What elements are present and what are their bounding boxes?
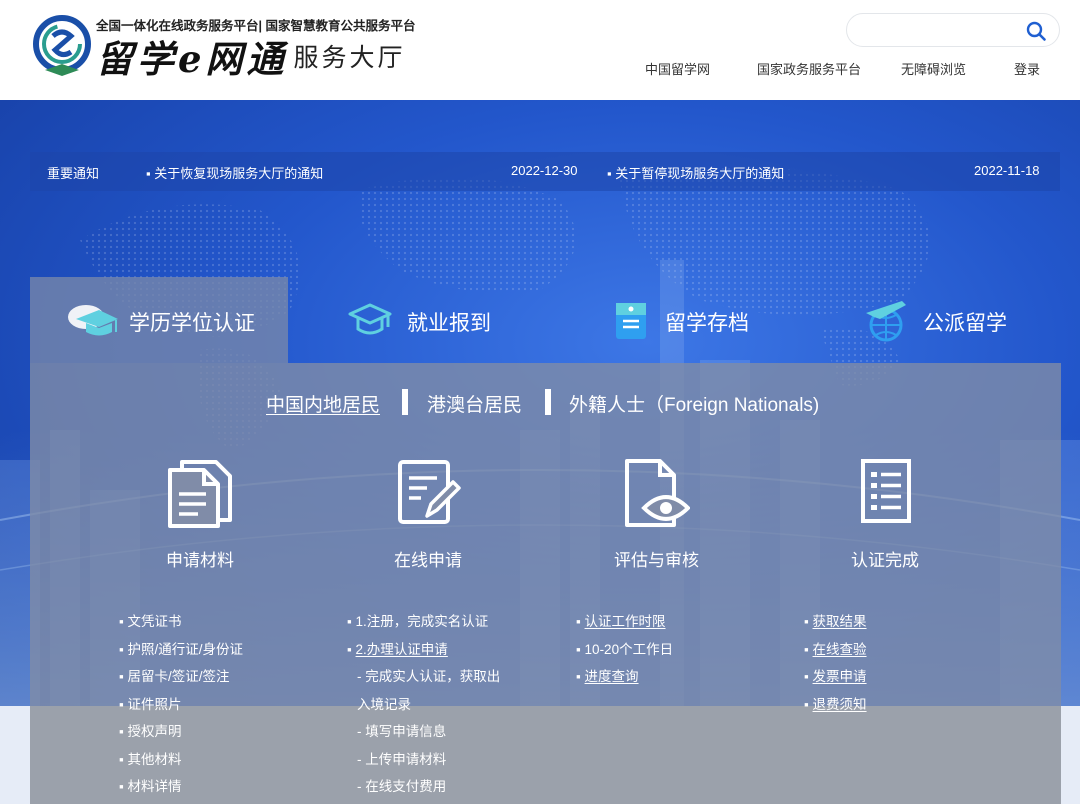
logo-hall-text: 服务大厅	[293, 44, 406, 72]
header: 全国一体化在线政务服务平台| 国家智慧教育公共服务平台 留学e网通 服务大厅 中…	[0, 0, 1080, 100]
apply-substep: - 完成实人认证，获取出	[357, 669, 501, 684]
progress-query-link[interactable]: ▪ 进度查询	[576, 665, 639, 685]
get-result-link[interactable]: ▪ 获取结果	[804, 610, 867, 630]
tab-study-abroad-archive[interactable]: 留学存档	[546, 277, 804, 363]
nav-login[interactable]: 登录	[1014, 59, 1040, 77]
resident-mainland[interactable]: 中国内地居民	[266, 390, 380, 417]
tab-label: 留学存档	[665, 312, 749, 335]
material-item[interactable]: ▪ 授权声明	[119, 720, 182, 740]
archive-folder-icon	[616, 303, 646, 339]
refund-notice-link[interactable]: ▪ 退费须知	[804, 693, 867, 713]
resident-separator	[402, 389, 408, 415]
apply-substep: - 填写申请信息	[357, 724, 447, 739]
checklist-icon	[861, 459, 911, 523]
online-verify-link[interactable]: ▪ 在线查验	[804, 638, 867, 658]
invoice-request-link[interactable]: ▪ 发票申请	[804, 665, 867, 685]
documents-icon	[168, 460, 232, 528]
material-item[interactable]: ▪ 居留卡/签证/签注	[119, 665, 230, 685]
nav-gov-service[interactable]: 国家政务服务平台	[757, 59, 861, 77]
nav-cscse[interactable]: 中国留学网	[645, 59, 710, 77]
material-item[interactable]: ▪ 证件照片	[119, 693, 182, 713]
tab-label: 公派留学	[923, 312, 1007, 335]
step-label-complete: 认证完成	[851, 551, 919, 570]
tab-label: 就业报到	[407, 312, 491, 335]
material-item[interactable]: ▪ 护照/通行证/身份证	[119, 638, 243, 658]
work-time-limit-link[interactable]: ▪ 认证工作时限	[576, 610, 666, 630]
resident-foreign-nationals[interactable]: 外籍人士（Foreign Nationals)	[569, 390, 819, 417]
apply-certification-link[interactable]: ▪ 2.办理认证申请	[347, 638, 448, 658]
work-days-text: ▪ 10-20个工作日	[576, 642, 674, 657]
step-label-online-apply: 在线申请	[394, 551, 462, 570]
notice-item[interactable]: ▪ 关于恢复现场服务大厅的通知	[146, 163, 323, 182]
logo-brush-text: 留学e网通	[96, 37, 288, 81]
airplane-globe-icon	[866, 301, 906, 342]
search-input[interactable]	[861, 20, 1021, 42]
tab-employment-registration[interactable]: 就业报到	[288, 277, 546, 363]
notice-date: 2022-11-18	[974, 163, 1040, 178]
search-box	[846, 13, 1060, 47]
step-label-materials: 申请材料	[166, 551, 234, 570]
logo-title[interactable]: 留学e网通 服务大厅	[96, 34, 406, 81]
tab-degree-certification[interactable]: 学历学位认证	[30, 277, 288, 363]
notice-date: 2022-12-30	[511, 163, 578, 178]
graduation-cap-icon	[68, 305, 118, 336]
notice-item[interactable]: ▪ 关于暂停现场服务大厅的通知	[607, 163, 784, 182]
edit-form-icon	[398, 460, 461, 524]
material-item[interactable]: ▪ 其他材料	[119, 748, 182, 768]
material-item[interactable]: ▪ 文凭证书	[119, 610, 182, 630]
apply-substep: 入境记录	[357, 697, 411, 712]
apply-substep: - 上传申请材料	[357, 752, 447, 767]
logo-emblem-icon	[33, 15, 91, 76]
mortarboard-outline-icon	[348, 303, 392, 335]
resident-hk-macao-taiwan[interactable]: 港澳台居民	[427, 390, 522, 417]
step-label-review: 评估与审核	[614, 551, 699, 570]
apply-substep: - 在线支付费用	[357, 779, 447, 794]
search-icon[interactable]	[1025, 20, 1047, 42]
tab-government-sponsored[interactable]: 公派留学	[804, 277, 1061, 363]
content-panel-lower	[30, 706, 1061, 804]
document-eye-icon	[625, 459, 690, 527]
apply-step: ▪ 1.注册，完成实名认证	[347, 614, 489, 629]
notice-bar: 重要通知 ▪ 关于恢复现场服务大厅的通知 2022-12-30 ▪ 关于暂停现场…	[30, 152, 1060, 191]
tab-label: 学历学位认证	[129, 312, 255, 335]
resident-separator	[545, 389, 551, 415]
material-details-link[interactable]: ▪ 材料详情	[119, 775, 182, 795]
notice-label: 重要通知	[47, 166, 100, 181]
nav-accessibility[interactable]: 无障碍浏览	[901, 59, 966, 77]
